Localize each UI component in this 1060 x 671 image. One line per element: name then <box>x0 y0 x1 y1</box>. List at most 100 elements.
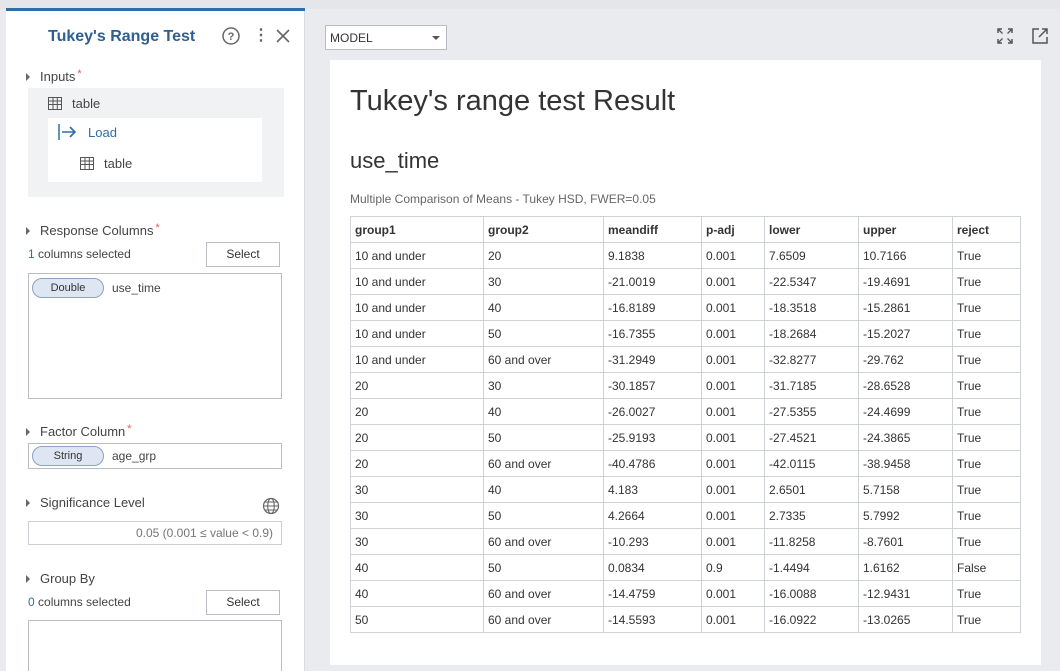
column-name: use_time <box>112 281 161 295</box>
table-cell: True <box>952 528 1021 555</box>
svg-text:?: ? <box>228 31 235 43</box>
column-header: reject <box>952 216 1021 243</box>
open-new-window-icon[interactable] <box>1030 26 1050 46</box>
significance-level-label: Significance Level <box>40 495 145 510</box>
table-row: 40 60 and over -14.4759 0.001 -16.0088 -12.94… <box>350 580 1021 607</box>
group-by-label: Group By <box>40 571 95 586</box>
model-select[interactable]: MODEL <box>325 25 447 50</box>
significance-level-header[interactable]: Significance Level <box>26 495 145 510</box>
table-cell: -12.9431 <box>858 580 953 607</box>
table-cell: True <box>952 242 1021 269</box>
load-table-item[interactable]: table <box>80 156 132 173</box>
table-cell: 4.2664 <box>603 502 702 529</box>
table-cell: 20 <box>350 450 484 477</box>
table-cell: 30 <box>350 502 484 529</box>
table-cell: 0.0834 <box>603 554 702 581</box>
response-select-button[interactable]: Select <box>206 242 280 267</box>
table-row: 10 and under 40 -16.8189 0.001 -18.3518 -15.2… <box>350 294 1021 321</box>
table-cell: -16.8189 <box>603 294 702 321</box>
load-arrow-icon <box>58 123 78 144</box>
table-cell: -24.4699 <box>858 398 953 425</box>
table-cell: True <box>952 294 1021 321</box>
response-count-number: 1 <box>28 247 35 261</box>
collapse-arrow-icon <box>26 427 30 436</box>
table-cell: 50 <box>483 320 604 347</box>
help-icon[interactable]: ? <box>220 25 242 47</box>
table-cell: 50 <box>483 554 604 581</box>
table-cell: 20 <box>350 398 484 425</box>
response-columns-header[interactable]: Response Columns * <box>26 222 160 238</box>
table-row: 10 and under 30 -21.0019 0.001 -22.5347 -19.4… <box>350 268 1021 295</box>
table-cell: 20 <box>350 372 484 399</box>
table-row: 20 50 -25.9193 0.001 -27.4521 -24.3865 True <box>350 424 1021 451</box>
table-cell: 2.6501 <box>764 476 859 503</box>
table-cell: 0.001 <box>701 398 765 425</box>
load-item[interactable]: Load <box>58 123 117 144</box>
table-cell: 0.001 <box>701 580 765 607</box>
table-icon <box>48 96 62 113</box>
table-cell: -31.2949 <box>603 346 702 373</box>
table-cell: 40 <box>350 580 484 607</box>
table-row: 50 60 and over -14.5593 0.001 -16.0922 -13.02… <box>350 606 1021 633</box>
table-cell: 10 and under <box>350 346 484 373</box>
table-cell: 1.6162 <box>858 554 953 581</box>
table-cell: -29.762 <box>858 346 953 373</box>
response-columns-list[interactable]: Double use_time <box>28 273 282 399</box>
response-columns-count: 1 columns selected <box>28 247 131 261</box>
table-cell: 10 and under <box>350 294 484 321</box>
column-header: upper <box>858 216 953 243</box>
table-cell: 40 <box>483 476 604 503</box>
table-cell: True <box>952 398 1021 425</box>
expand-icon[interactable] <box>995 26 1015 46</box>
table-row: 20 40 -26.0027 0.001 -27.5355 -24.4699 True <box>350 398 1021 425</box>
group-by-select-button[interactable]: Select <box>206 590 280 615</box>
table-cell: -40.4786 <box>603 450 702 477</box>
significance-level-input[interactable] <box>28 521 282 545</box>
table-cell: True <box>952 268 1021 295</box>
table-cell: 10 and under <box>350 268 484 295</box>
table-cell: 0.001 <box>701 476 765 503</box>
table-cell: -28.6528 <box>858 372 953 399</box>
list-item[interactable]: Double use_time <box>32 278 278 298</box>
table-cell: 0.9 <box>701 554 765 581</box>
required-marker: * <box>155 222 160 234</box>
more-options-icon[interactable]: ⋮ <box>250 25 272 47</box>
column-header: p-adj <box>701 216 765 243</box>
close-icon[interactable] <box>272 25 294 47</box>
column-header: group1 <box>350 216 484 243</box>
table-cell: -11.8258 <box>764 528 859 555</box>
group-by-count-suffix: columns selected <box>38 595 131 609</box>
factor-column-label: Factor Column <box>40 424 126 439</box>
table-cell: 0.001 <box>701 606 765 633</box>
group-by-list[interactable] <box>28 620 282 671</box>
result-subtitle: use_time <box>350 148 440 173</box>
table-cell: 30 <box>483 372 604 399</box>
globe-icon[interactable] <box>262 497 280 515</box>
group-by-header[interactable]: Group By <box>26 571 95 586</box>
table-cell: 5.7992 <box>858 502 953 529</box>
input-table-item[interactable]: table <box>48 96 100 113</box>
table-cell: -13.0265 <box>858 606 953 633</box>
table-cell: False <box>952 554 1021 581</box>
table-cell: -1.4494 <box>764 554 859 581</box>
table-cell: 0.001 <box>701 268 765 295</box>
response-columns-label: Response Columns <box>40 223 154 238</box>
table-row: 20 60 and over -40.4786 0.001 -42.0115 -38.94… <box>350 450 1021 477</box>
factor-column-header[interactable]: Factor Column * <box>26 423 132 439</box>
table-cell: -15.2861 <box>858 294 953 321</box>
table-cell: -14.4759 <box>603 580 702 607</box>
table-row: 30 60 and over -10.293 0.001 -11.8258 -8.7601… <box>350 528 1021 555</box>
table-cell: 40 <box>350 554 484 581</box>
table-cell: True <box>952 476 1021 503</box>
table-cell: -8.7601 <box>858 528 953 555</box>
table-row: 10 and under 60 and over -31.2949 0.001 -32.… <box>350 346 1021 373</box>
table-cell: -21.0019 <box>603 268 702 295</box>
table-row: 30 40 4.183 0.001 2.6501 5.7158 True <box>350 476 1021 503</box>
input-table-label: table <box>72 96 101 111</box>
table-cell: -31.7185 <box>764 372 859 399</box>
factor-column-field[interactable]: String age_grp <box>28 443 282 469</box>
inputs-section-header[interactable]: Inputs * <box>26 68 82 84</box>
required-marker: * <box>127 423 132 435</box>
table-cell: -38.9458 <box>858 450 953 477</box>
table-cell: 0.001 <box>701 424 765 451</box>
